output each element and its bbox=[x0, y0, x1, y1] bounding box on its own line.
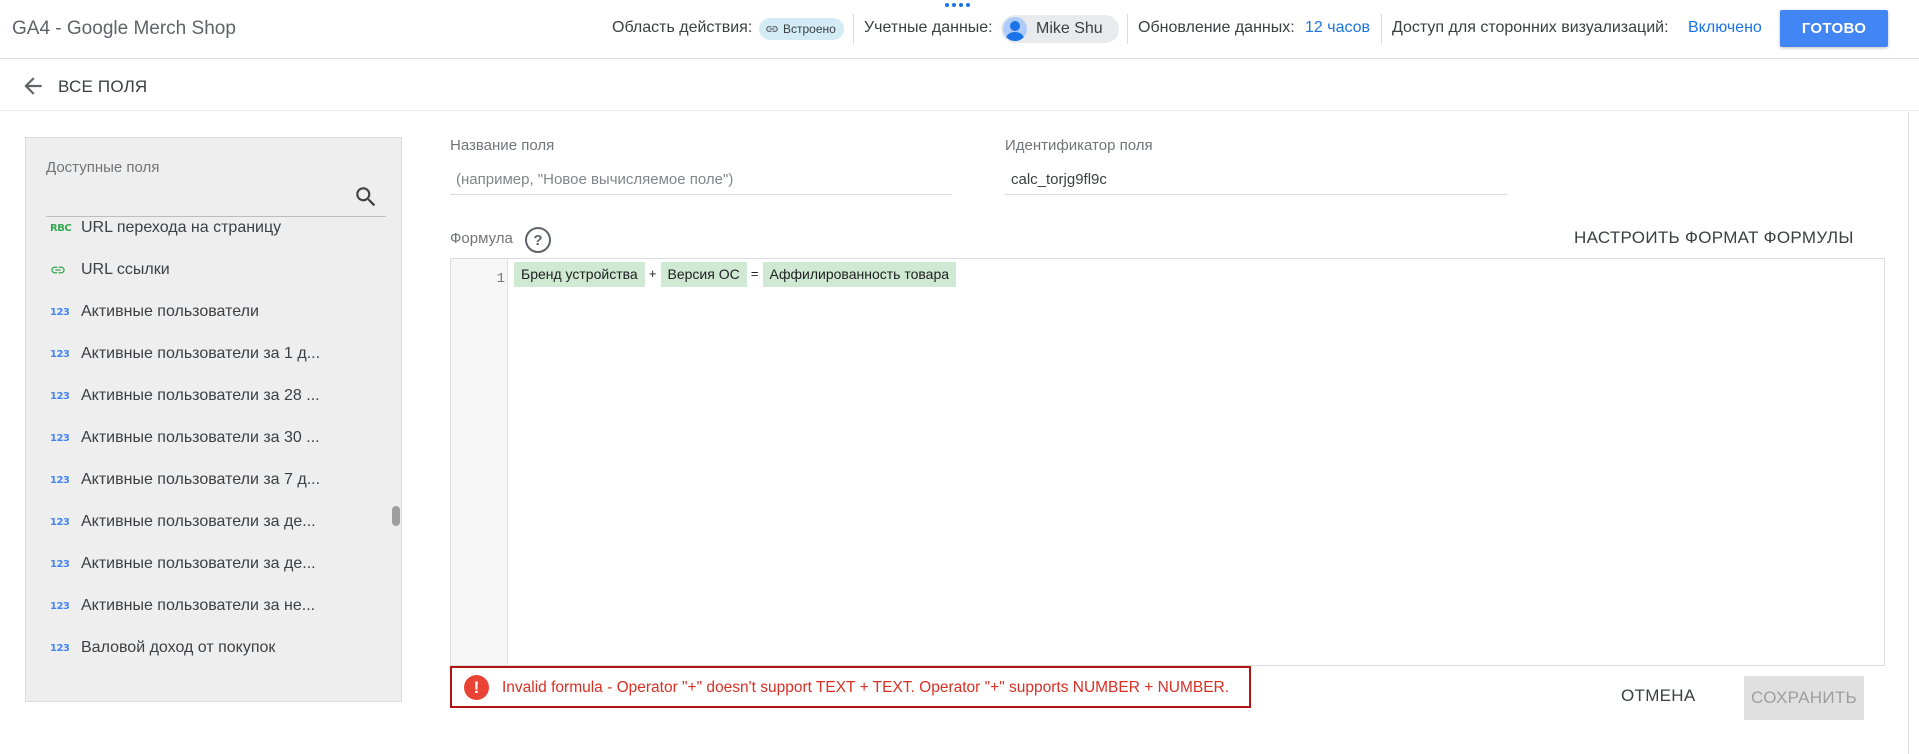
refresh-value-link[interactable]: 12 часов bbox=[1305, 19, 1370, 37]
arrow-back-icon[interactable] bbox=[20, 73, 46, 99]
format-formula-button[interactable]: НАСТРОИТЬ ФОРМАТ ФОРМУЛЫ bbox=[1574, 228, 1854, 248]
viz-access-label: Доступ для сторонних визуализаций: bbox=[1392, 19, 1669, 36]
number-type-icon: 123 bbox=[50, 432, 70, 444]
line-number: 1 bbox=[496, 271, 505, 287]
formula-line[interactable]: Бренд устройства + Версия ОС = Аффилиров… bbox=[514, 261, 957, 287]
scope-chip[interactable]: Встроено bbox=[759, 18, 844, 40]
field-label: Активные пользователи за не... bbox=[81, 597, 316, 614]
number-type-icon: 123 bbox=[50, 390, 70, 402]
list-item[interactable]: 123 Активные пользователи за 7 д... bbox=[26, 459, 386, 501]
field-label: Активные пользователи за де... bbox=[81, 513, 316, 530]
save-button[interactable]: СОХРАНИТЬ bbox=[1744, 676, 1864, 720]
error-text: Invalid formula - Operator "+" doesn't s… bbox=[502, 679, 1230, 696]
field-id-label: Идентификатор поля bbox=[1005, 137, 1153, 154]
avatar-icon bbox=[1003, 17, 1027, 41]
field-label: Активные пользователи за де... bbox=[81, 555, 316, 572]
all-fields-link[interactable]: ВСЕ ПОЛЯ bbox=[58, 77, 147, 97]
formula-operator: + bbox=[648, 266, 657, 282]
available-fields-title: Доступные поля bbox=[46, 159, 160, 176]
number-type-icon: 123 bbox=[50, 306, 70, 318]
top-bar: GA4 - Google Merch Shop Область действия… bbox=[0, 0, 1919, 59]
viz-access-value-link[interactable]: Включено bbox=[1688, 19, 1762, 37]
list-item[interactable]: URL ссылки bbox=[26, 249, 386, 291]
calculated-field-editor: GA4 - Google Merch Shop Область действия… bbox=[0, 0, 1919, 754]
scope-chip-label: Встроено bbox=[783, 22, 836, 36]
formula-editor[interactable]: 1 Бренд устройства + Версия ОС = Аффилир… bbox=[450, 258, 1885, 666]
formula-operator: = bbox=[750, 266, 759, 282]
field-label: URL ссылки bbox=[81, 261, 170, 278]
number-type-icon: 123 bbox=[50, 600, 70, 612]
divider bbox=[1381, 14, 1382, 44]
link-icon bbox=[51, 266, 65, 274]
formula-field-token[interactable]: Версия ОС bbox=[660, 261, 747, 287]
error-icon: ! bbox=[464, 675, 489, 700]
user-name: Mike Shu bbox=[1036, 20, 1103, 37]
number-type-icon: 123 bbox=[50, 348, 70, 360]
formula-field-token[interactable]: Аффилированность товара bbox=[762, 261, 957, 287]
list-item[interactable]: 123 Валовой доход от покупок bbox=[26, 627, 386, 669]
available-fields-panel: Доступные поля RBC URL перехода на стран… bbox=[25, 137, 402, 702]
field-label: Активные пользователи за 7 д... bbox=[81, 471, 321, 488]
formula-label: Формула bbox=[450, 230, 513, 247]
list-item[interactable]: 123 Активные пользователи за 28 ... bbox=[26, 375, 386, 417]
list-item[interactable]: RBC URL перехода на страницу bbox=[26, 218, 386, 249]
search-icon[interactable] bbox=[353, 184, 379, 210]
done-button[interactable]: ГОТОВО bbox=[1780, 10, 1888, 47]
field-name-label: Название поля bbox=[450, 137, 555, 154]
link-icon bbox=[766, 26, 778, 32]
field-list[interactable]: RBC URL перехода на страницу URL ссылки … bbox=[26, 218, 386, 701]
list-item[interactable]: 123 Активные пользователи bbox=[26, 291, 386, 333]
page-scrollbar[interactable] bbox=[1908, 112, 1909, 754]
line-number-gutter: 1 bbox=[451, 259, 508, 665]
list-scrollbar-thumb[interactable] bbox=[392, 506, 400, 526]
list-item[interactable]: 123 Активные пользователи за де... bbox=[26, 543, 386, 585]
number-type-icon: 123 bbox=[50, 474, 70, 486]
field-name-input[interactable] bbox=[450, 165, 952, 195]
divider bbox=[1127, 14, 1128, 44]
search-underline bbox=[46, 216, 386, 217]
field-label: Валовой доход от покупок bbox=[81, 639, 276, 656]
field-id-input[interactable] bbox=[1005, 165, 1507, 195]
help-icon[interactable]: ? bbox=[525, 227, 551, 253]
divider bbox=[853, 14, 854, 44]
field-label: Активные пользователи за 30 ... bbox=[81, 429, 320, 446]
credentials-label: Учетные данные: bbox=[864, 19, 993, 36]
number-type-icon: 123 bbox=[50, 516, 70, 528]
list-item[interactable]: 123 Активные пользователи за 1 д... bbox=[26, 333, 386, 375]
field-label: Активные пользователи за 28 ... bbox=[81, 387, 320, 404]
list-item[interactable]: 123 Активные пользователи за 30 ... bbox=[26, 417, 386, 459]
data-source-title: GA4 - Google Merch Shop bbox=[12, 18, 236, 39]
refresh-label: Обновление данных: bbox=[1138, 19, 1295, 36]
field-label: Активные пользователи bbox=[81, 303, 259, 320]
text-type-icon: RBC bbox=[50, 222, 72, 234]
formula-field-token[interactable]: Бренд устройства bbox=[514, 261, 645, 287]
number-type-icon: 123 bbox=[50, 558, 70, 570]
field-label: URL перехода на страницу bbox=[81, 219, 282, 236]
number-type-icon: 123 bbox=[50, 642, 70, 654]
list-item[interactable]: 123 Активные пользователи за не... bbox=[26, 585, 386, 627]
drag-handle[interactable] bbox=[945, 3, 970, 7]
list-item[interactable]: 123 Активные пользователи за де... bbox=[26, 501, 386, 543]
scope-label: Область действия: bbox=[612, 19, 753, 36]
formula-error-message: ! Invalid formula - Operator "+" doesn't… bbox=[450, 666, 1251, 708]
user-chip[interactable]: Mike Shu bbox=[1001, 15, 1119, 43]
cancel-button[interactable]: ОТМЕНА bbox=[1621, 686, 1696, 706]
field-label: Активные пользователи за 1 д... bbox=[81, 345, 321, 362]
sub-header: ВСЕ ПОЛЯ bbox=[0, 60, 1919, 111]
